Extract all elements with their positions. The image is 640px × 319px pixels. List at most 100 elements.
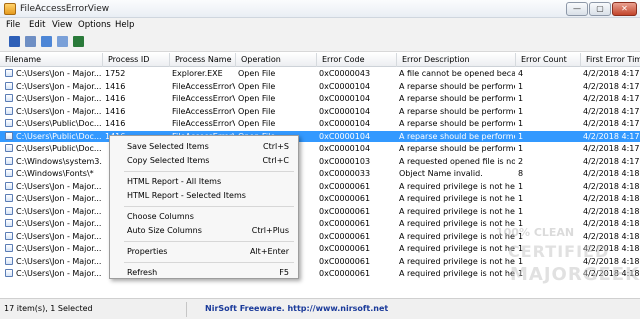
- cell-text: C:\Users\Jon - Major...: [16, 219, 102, 228]
- menu-item-label: Save Selected Items: [127, 142, 209, 151]
- table-cell: C:\Windows\Fonts\*: [0, 168, 102, 179]
- table-cell: C:\Users\Jon - Major...: [0, 106, 102, 117]
- table-cell: C:\Users\Jon - Major...: [0, 93, 102, 104]
- table-row[interactable]: C:\Windows\Fonts\* 0xC0000033 Object Name …: [0, 168, 640, 179]
- cell-text: FileAccessErrorVi...: [172, 106, 235, 116]
- context-menu-item-auto-size-columns[interactable]: Auto Size Columns Ctrl+Plus: [112, 224, 297, 237]
- menu-view[interactable]: View: [52, 20, 72, 30]
- table-cell: A reparse should be performe...: [397, 93, 515, 104]
- menu-item-shortcut: Ctrl+C: [262, 156, 289, 165]
- table-cell: 4/2/2018 4:17:3: [581, 131, 640, 142]
- table-row[interactable]: C:\Users\Jon - Major... 1416 FileAccessErr…: [0, 81, 640, 92]
- cell-text: 1416: [105, 94, 126, 103]
- html-report-icon: [41, 36, 52, 47]
- table-row[interactable]: C:\Users\Jon - Major... 0xC0000061 A requi…: [0, 193, 640, 204]
- table-cell: 0xC0000104: [317, 143, 396, 154]
- column-header-filename[interactable]: Filename: [0, 53, 103, 67]
- table-row[interactable]: C:\Windows\system3... 0xC0000103 A request…: [0, 156, 640, 167]
- cell-text: A reparse should be performe...: [399, 106, 515, 116]
- table-row[interactable]: C:\Users\Jon - Major... 1416 FileAccessErr…: [0, 93, 640, 104]
- context-menu-item-html-report-all-items[interactable]: HTML Report - All Items: [112, 175, 297, 188]
- file-icon: [5, 206, 13, 215]
- cell-text: 1416: [105, 106, 126, 116]
- nirsoft-link[interactable]: NirSoft Freeware. http://www.nirsoft.net: [205, 304, 388, 313]
- save-button[interactable]: [8, 35, 21, 48]
- cell-text: Open File: [238, 69, 276, 78]
- cell-text: 4/2/2018 4:18:4: [583, 194, 640, 203]
- context-menu-item-refresh[interactable]: Refresh F5: [112, 266, 297, 279]
- maximize-button[interactable]: ▢: [589, 2, 611, 16]
- column-header-error-code[interactable]: Error Code: [317, 53, 397, 67]
- cell-text: A required privilege is not hel...: [399, 181, 515, 191]
- minimize-button[interactable]: —: [566, 2, 588, 16]
- toolbar: [0, 32, 640, 52]
- file-icon: [5, 144, 13, 152]
- table-cell: 0xC0000104: [317, 81, 396, 92]
- file-icon: [5, 269, 13, 277]
- cell-text: C:\Users\Jon - Major...: [16, 69, 102, 78]
- table-row[interactable]: C:\Users\Jon - Major... 0xC0000061 A requi…: [0, 206, 640, 217]
- cell-text: C:\Users\Public\Doc...: [16, 131, 102, 141]
- cell-text: Open File: [238, 119, 276, 128]
- column-header-operation[interactable]: Operation: [236, 53, 317, 67]
- cell-text: 4/2/2018 4:18:4: [583, 169, 640, 178]
- table-row[interactable]: C:\Users\Public\Doc... 1416 FileAccessErro…: [0, 118, 640, 129]
- table-cell: Object Name invalid.: [397, 168, 515, 179]
- table-cell: 4/2/2018 4:17:3: [581, 81, 640, 92]
- table-cell: C:\Users\Jon - Major...: [0, 81, 102, 92]
- title-bar: FileAccessErrorView — ▢ ✕: [0, 0, 640, 18]
- table-cell: C:\Windows\system3...: [0, 156, 102, 167]
- menu-help[interactable]: Help: [115, 20, 134, 30]
- context-menu-item-copy-selected-items[interactable]: Copy Selected Items Ctrl+C: [112, 154, 297, 167]
- cell-text: FileAccessErrorVi...: [172, 81, 235, 91]
- cell-text: C:\Windows\Fonts\*: [16, 169, 94, 178]
- table-row[interactable]: C:\Users\Jon - Major... 0xC0000061 A requi…: [0, 181, 640, 192]
- table-cell: 0xC0000104: [317, 131, 396, 142]
- table-cell: A file cannot be opened beca...: [397, 68, 515, 79]
- context-menu-item-choose-columns[interactable]: Choose Columns: [112, 210, 297, 223]
- close-button[interactable]: ✕: [612, 2, 637, 16]
- cell-text: 4/2/2018 4:17:3: [583, 144, 640, 153]
- cell-text: A reparse should be performe...: [399, 144, 515, 153]
- cell-text: C:\Users\Jon - Major...: [16, 269, 102, 278]
- cell-text: Explorer.EXE: [172, 69, 223, 78]
- majorgeeks-watermark: 100% CLEAN CERTIFIED MAJORGEEKS: [488, 224, 640, 294]
- html-report-button[interactable]: [40, 35, 53, 48]
- cell-text: 0xC0000104: [319, 144, 371, 153]
- table-cell: 1: [516, 106, 580, 117]
- table-row[interactable]: C:\Users\Public\Doc... 0xC0000104 A repars…: [0, 143, 640, 154]
- menu-edit[interactable]: Edit: [29, 20, 45, 30]
- properties-button[interactable]: [56, 35, 69, 48]
- table-cell: 8: [516, 168, 580, 179]
- table-cell: A reparse should be performe...: [397, 143, 515, 154]
- exit-button[interactable]: [72, 35, 85, 48]
- column-header-first-error-time[interactable]: First Error Time: [581, 53, 640, 67]
- column-header-process-name[interactable]: Process Name: [170, 53, 236, 67]
- status-divider: [186, 302, 187, 317]
- table-cell: 0xC0000104: [317, 118, 396, 129]
- menu-options[interactable]: Options: [78, 20, 111, 30]
- column-header-process-id[interactable]: Process ID: [103, 53, 170, 67]
- table-header: Filename Process ID Process Name Operati…: [0, 53, 640, 67]
- table-cell: FileAccessErrorVi...: [170, 93, 235, 104]
- table-row-selected[interactable]: C:\Users\Public\Doc...1416FileAccessErro…: [0, 130, 640, 142]
- cell-text: FileAccessErrorVi...: [172, 119, 235, 128]
- cell-text: 0xC0000033: [319, 169, 371, 178]
- context-menu-item-save-selected-items[interactable]: Save Selected Items Ctrl+S: [112, 140, 297, 153]
- table-row[interactable]: C:\Users\Jon - Major... 1752 Explorer.EXE O…: [0, 68, 640, 79]
- copy-button[interactable]: [24, 35, 37, 48]
- cell-text: 0xC0000061: [319, 244, 371, 253]
- column-header-error-description[interactable]: Error Description: [397, 53, 516, 67]
- cell-text: 2: [518, 156, 524, 166]
- cell-text: 1: [518, 206, 524, 216]
- context-menu-item-properties[interactable]: Properties Alt+Enter: [112, 245, 297, 258]
- table-cell: 4/2/2018 4:18:4: [581, 193, 640, 204]
- context-menu-item-html-report-selected-items[interactable]: HTML Report - Selected Items: [112, 189, 297, 202]
- cell-text: 1: [518, 194, 524, 203]
- table-cell: Open File: [236, 106, 316, 117]
- column-header-error-count[interactable]: Error Count: [516, 53, 581, 67]
- table-cell: 1: [516, 131, 580, 142]
- table-row[interactable]: C:\Users\Jon - Major... 1416 FileAccessErr…: [0, 106, 640, 117]
- menu-item-label: HTML Report - All Items: [127, 177, 222, 186]
- menu-file[interactable]: File: [6, 20, 20, 30]
